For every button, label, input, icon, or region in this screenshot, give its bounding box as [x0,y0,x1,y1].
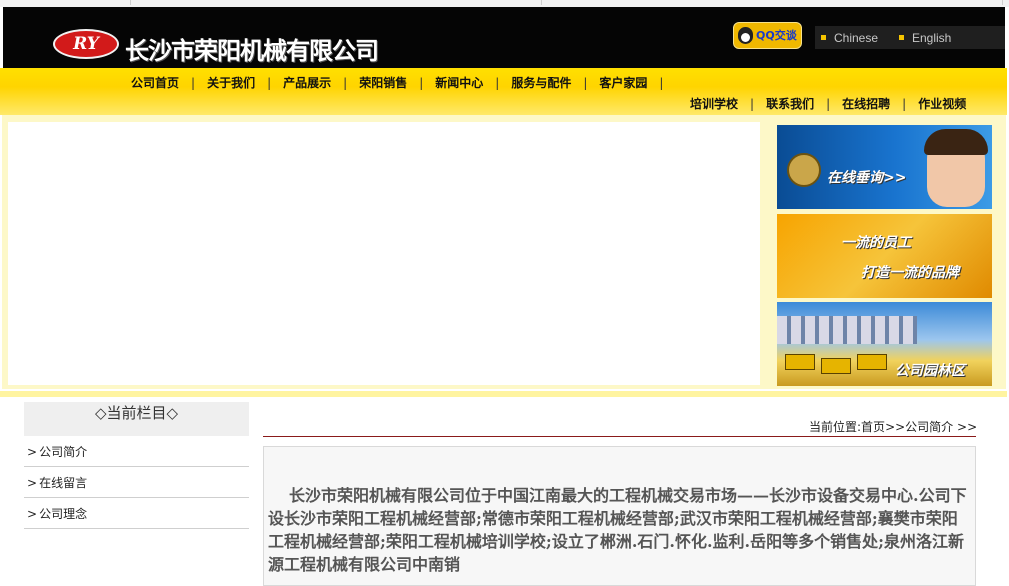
sidebar-item-label: 在线留言 [39,476,88,490]
nav-separator: | [826,96,831,111]
sidebar-item-label: 公司简介 [39,445,88,459]
nav-separator: | [583,75,588,90]
company-intro-text: 长沙市荣阳机械有限公司位于中国江南最大的工程机械交易市场——长沙市设备交易中心.… [268,486,967,574]
browser-top-strip [0,0,1009,7]
service-agent-photo [924,129,988,207]
nav-separator: | [191,75,196,90]
breadcrumb-separator: >> [957,420,978,434]
nav-separator: | [419,75,424,90]
top-strip-segment [0,0,131,5]
nav-separator: | [267,75,272,90]
nav-item-about[interactable]: 关于我们 [207,74,255,91]
breadcrumb: 当前位置:首页>>公司简介 >> [809,418,977,435]
banner-staff-brand[interactable]: 一流的员工 打造一流的品牌 [777,214,992,298]
qq-chat-label: QQ交谈 [756,29,797,42]
nav-row-1: 公司首页 | 关于我们 | 产品展示 | 荣阳销售 | 新闻中心 | 服务与配件 | 客户家… [131,74,675,91]
nav-separator: | [495,75,500,90]
nav-item-sales[interactable]: 荣阳销售 [359,74,407,91]
lang-english-label: English [912,31,952,45]
nav-item-products[interactable]: 产品展示 [283,74,331,91]
breadcrumb-home-link[interactable]: 首页 [861,420,885,434]
banner-text: 公司园林区 [895,363,965,379]
sidebar-title: ◇当前栏目◇ [24,402,249,436]
sidebar-item-philosophy[interactable]: > 公司理念 [24,499,249,529]
top-strip-segment [576,0,1003,5]
sidebar-item-profile[interactable]: > 公司简介 [24,437,249,467]
sidebar-item-label: 公司理念 [39,507,88,521]
excavator-image [857,354,887,370]
nav-item-home[interactable]: 公司首页 [131,74,179,91]
company-name: 长沙市荣阳机械有限公司 [125,37,379,65]
qq-chat-button[interactable]: QQ交谈 [733,22,802,49]
nav-item-service[interactable]: 服务与配件 [511,74,571,91]
nav-separator: | [902,96,907,111]
lang-english-link[interactable]: English [899,31,951,45]
company-logo[interactable]: RY [53,29,119,59]
nav-separator: | [659,75,664,90]
nav-row-2: 培训学校 | 联系我们 | 在线招聘 | 作业视频 [690,95,966,112]
nav-item-videos[interactable]: 作业视频 [918,95,966,112]
banner-online-inquiry[interactable]: 在线垂询>> [777,125,992,209]
site-header: RY 长沙市荣阳机械有限公司 QQ交谈 Chinese English [3,7,1005,68]
bullet-square-icon [899,35,904,40]
nav-item-customers[interactable]: 客户家园 [599,74,647,91]
telephone-icon [787,153,821,187]
arrow-right-icon: > [27,507,38,521]
factory-building-image [777,316,917,344]
top-strip-segment [131,0,542,5]
nav-item-school[interactable]: 培训学校 [690,95,738,112]
language-bar: Chinese English [815,26,1005,49]
main-nav: 公司首页 | 关于我们 | 产品展示 | 荣阳销售 | 新闻中心 | 服务与配件 | 客户家… [0,68,1007,115]
excavator-image [821,358,851,374]
flash-placeholder [8,122,760,385]
breadcrumb-separator: >> [885,420,906,434]
breadcrumb-current: 公司简介 [905,420,954,434]
qq-penguin-icon [738,27,753,44]
lang-chinese-link[interactable]: Chinese [821,31,878,45]
banner-company-park[interactable]: 公司园林区 [777,302,992,386]
nav-item-news[interactable]: 新闻中心 [435,74,483,91]
arrow-right-icon: > [27,445,38,459]
sidebar-item-message[interactable]: > 在线留言 [24,468,249,498]
lang-chinese-label: Chinese [834,31,879,45]
bullet-square-icon [821,35,826,40]
banner-text: 一流的员工 [841,235,911,251]
nav-item-jobs[interactable]: 在线招聘 [842,95,890,112]
section-divider [0,391,1007,397]
excavator-image [785,354,815,370]
breadcrumb-underline [263,436,976,437]
banner-text: 在线垂询>> [827,170,907,186]
nav-item-contact[interactable]: 联系我们 [766,95,814,112]
nav-separator: | [343,75,348,90]
banner-text: 打造一流的品牌 [861,265,959,281]
nav-separator: | [750,96,755,111]
arrow-right-icon: > [27,476,38,490]
breadcrumb-label: 当前位置: [809,420,862,434]
